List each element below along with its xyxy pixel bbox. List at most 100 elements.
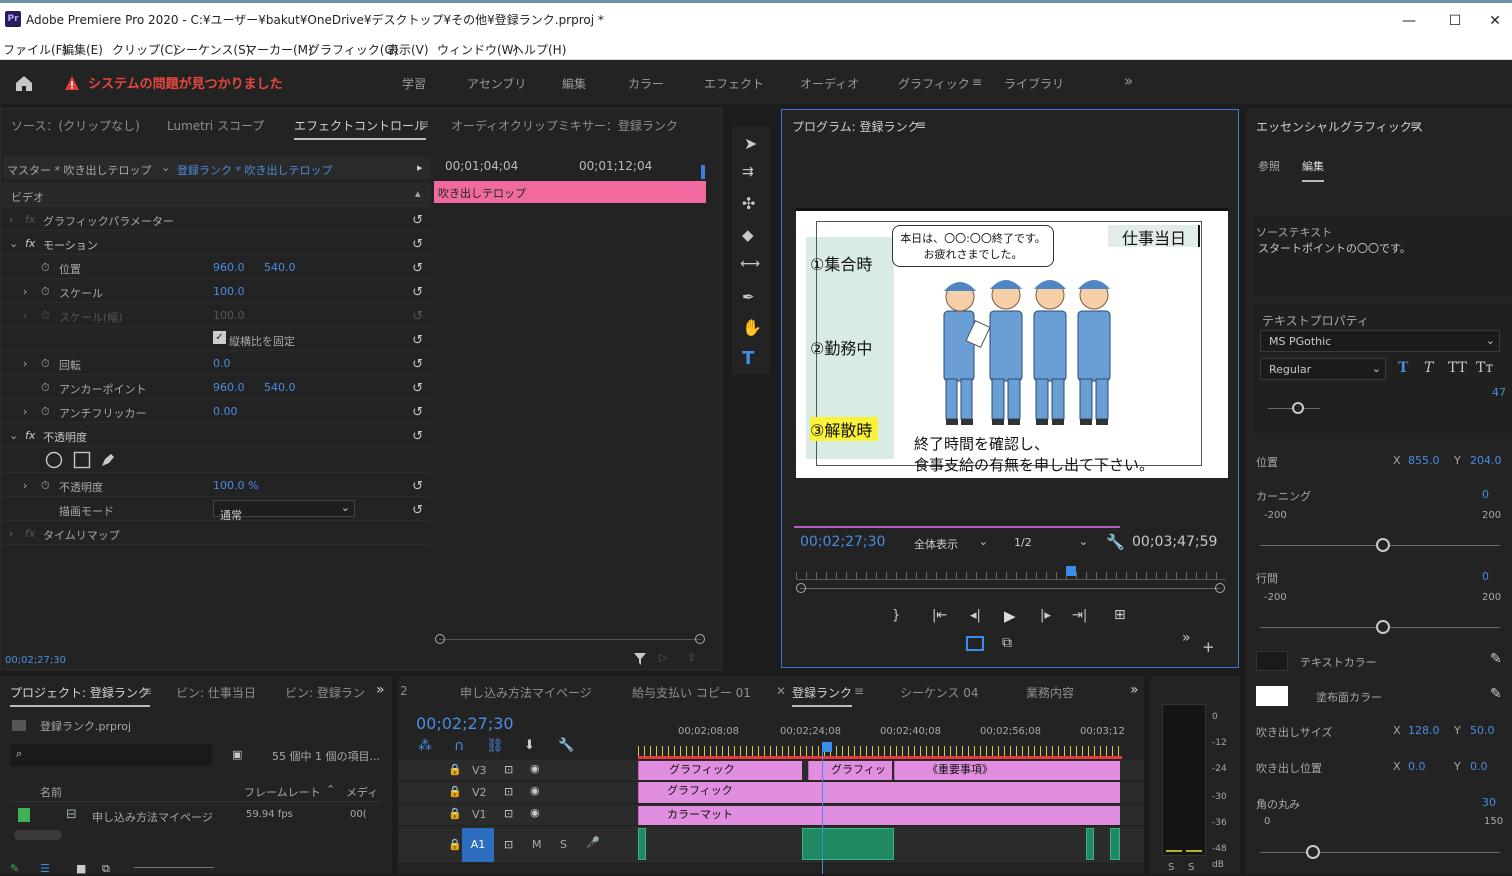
ws-more-button[interactable]: » xyxy=(1124,72,1133,90)
project-menu-icon[interactable]: ≡ xyxy=(142,684,152,698)
toggle-sync-icon[interactable]: ⊡ xyxy=(504,763,513,776)
eyedropper-icon[interactable]: ✎ xyxy=(1490,651,1502,667)
eye-icon[interactable]: ◉ xyxy=(530,784,540,797)
close-tab-icon[interactable]: ✕ xyxy=(776,684,786,698)
font-size-value[interactable]: 47 xyxy=(1492,386,1506,399)
hand-tool-icon[interactable]: ✋ xyxy=(742,318,762,337)
tab-project[interactable]: プロジェクト: 登録ランク xyxy=(10,684,150,707)
antiflicker-value[interactable]: 0.00 xyxy=(213,405,238,418)
razor-tool-icon[interactable]: ◆ xyxy=(742,226,754,244)
audio-clip-edge[interactable] xyxy=(638,828,646,860)
timeline-settings-icon[interactable]: 🔧 xyxy=(558,738,574,753)
ws-tab-audio[interactable]: オーディオ xyxy=(800,75,859,92)
rotation-value[interactable]: 0.0 xyxy=(213,357,231,370)
track-label-a1[interactable]: A1 xyxy=(462,828,494,862)
program-video-frame[interactable]: 本日は、〇〇:〇〇終了です。 お疲れさまでした。 仕事当日 ①集合時 ②勤務中 ③… xyxy=(796,208,1228,478)
anchor-x-value[interactable]: 960.0 xyxy=(213,381,245,394)
font-style-select[interactable]: Regular ⌄ xyxy=(1260,358,1386,380)
sequence-clip-label[interactable]: 登録ランク * 吹き出しテロップ xyxy=(177,162,333,178)
source-text-input[interactable]: スタートポイントの〇〇です。 xyxy=(1258,240,1411,256)
program-menu-icon[interactable]: ≡ xyxy=(916,118,926,132)
clip-graphic-v3-b[interactable]: グラフィッ xyxy=(808,761,892,780)
clip-graphic-v3-a[interactable]: グラフィック xyxy=(638,761,802,780)
menu-marker[interactable]: マーカー(M) xyxy=(245,41,313,58)
tab-overflow-left[interactable]: 2 xyxy=(400,684,408,698)
leading-value[interactable]: 0 xyxy=(1482,570,1489,583)
tab-seq-04[interactable]: シーケンス 04 xyxy=(900,684,979,701)
ripple-edit-tool-icon[interactable]: ✣ xyxy=(742,194,755,213)
rectangle-mask-icon[interactable] xyxy=(73,451,91,469)
program-zoom-bar[interactable] xyxy=(800,588,1220,589)
bubble-size-x[interactable]: 128.0 xyxy=(1408,724,1440,737)
solo-track-button[interactable]: S xyxy=(560,838,567,851)
tab-audio-mixer[interactable]: オーディオクリップミキサー：登録ランク xyxy=(451,117,678,134)
small-caps-icon[interactable]: Tт xyxy=(1476,360,1493,376)
anchor-y-value[interactable]: 540.0 xyxy=(264,381,296,394)
eye-icon[interactable]: ◉ xyxy=(530,806,540,819)
eyedropper-icon[interactable]: ✎ xyxy=(1490,686,1502,702)
lift-icon[interactable]: ⊞ xyxy=(1114,607,1126,623)
home-icon[interactable] xyxy=(14,74,34,92)
audio-clip-edge-2[interactable] xyxy=(1086,828,1094,860)
mini-clip-bar[interactable]: 吹き出しテロップ xyxy=(434,181,706,203)
ws-tab-graphics[interactable]: グラフィック xyxy=(898,75,970,92)
snap-icon[interactable]: ∩ xyxy=(454,738,464,754)
position-x-value[interactable]: 960.0 xyxy=(213,261,245,274)
linked-selection-icon[interactable]: ⛓ xyxy=(486,738,504,754)
font-select[interactable]: MS PGothic ⌄ xyxy=(1260,330,1500,352)
opacity-row[interactable]: ⌄ fx 不透明度 ↺ xyxy=(1,423,431,447)
tab-bin-work-day[interactable]: ビン: 仕事当日 xyxy=(176,684,256,701)
label-color-swatch[interactable] xyxy=(18,808,30,822)
mini-playhead[interactable] xyxy=(701,165,705,179)
write-icon[interactable]: ✎ xyxy=(10,862,19,875)
eg-menu-icon[interactable]: ≡ xyxy=(1410,118,1420,132)
lock-icon[interactable]: 🔒 xyxy=(448,763,462,776)
eg-position-x[interactable]: 855.0 xyxy=(1408,454,1440,467)
play-only-icon[interactable]: ▸ xyxy=(417,161,423,174)
button-editor-icon[interactable]: + xyxy=(1202,638,1215,656)
play-audio-icon[interactable]: ▷ xyxy=(659,651,667,664)
position-y-value[interactable]: 540.0 xyxy=(264,261,296,274)
ws-menu-icon[interactable]: ≡ xyxy=(972,75,982,89)
menu-edit[interactable]: 編集(E) xyxy=(62,41,103,58)
solo-left-button[interactable]: S xyxy=(1168,862,1174,873)
radius-knob[interactable] xyxy=(1306,845,1320,859)
timeline-playhead[interactable] xyxy=(822,742,832,752)
microphone-icon[interactable]: 🎤 xyxy=(586,836,600,849)
eg-tab-browse[interactable]: 参照 xyxy=(1258,158,1280,174)
corner-radius-value[interactable]: 30 xyxy=(1482,796,1496,809)
menu-sequence[interactable]: シーケンス(S) xyxy=(174,41,250,58)
program-zoom-left[interactable] xyxy=(796,583,806,593)
clip-graphic-v2[interactable]: グラフィック xyxy=(638,782,1120,803)
play-icon[interactable]: ▶ xyxy=(1004,607,1016,625)
table-row[interactable]: ⊟ 申し込み方法マイページ 59.94 fps 00( xyxy=(10,804,380,826)
zoom-scrollbar[interactable] xyxy=(439,639,701,640)
tab-effect-controls[interactable]: エフェクトコントロール xyxy=(294,117,427,140)
slip-tool-icon[interactable]: ⟷ xyxy=(740,256,760,272)
tab-lumetri[interactable]: Lumetri スコープ xyxy=(167,117,264,134)
col-media[interactable]: メディ xyxy=(346,784,378,800)
opacity-value[interactable]: 100.0 % xyxy=(213,479,258,492)
system-alert-text[interactable]: システムの問題が見つかりました xyxy=(88,73,283,92)
eg-position-y[interactable]: 204.0 xyxy=(1470,454,1502,467)
effect-tab-menu-icon[interactable]: ≡ xyxy=(419,117,429,131)
timeline-timecode[interactable]: 00;02;27;30 xyxy=(416,714,514,733)
lock-icon[interactable]: 🔒 xyxy=(448,838,462,851)
ws-tab-libraries[interactable]: ライブラリ xyxy=(1004,75,1064,92)
lock-icon[interactable]: 🔒 xyxy=(448,785,462,798)
pen-mask-icon[interactable] xyxy=(99,451,117,469)
text-color-swatch[interactable] xyxy=(1256,651,1288,671)
lock-icon[interactable]: 🔒 xyxy=(448,807,462,820)
type-tool-icon[interactable]: T xyxy=(742,348,754,369)
wrench-icon[interactable]: 🔧 xyxy=(1106,533,1125,551)
clip-color-matte[interactable]: カラーマット xyxy=(638,806,1120,825)
step-forward-icon[interactable]: |▸ xyxy=(1040,608,1051,623)
zoom-handle-right[interactable] xyxy=(695,634,705,644)
graphic-params-row[interactable]: › fx グラフィックパラメーター ↺ xyxy=(1,207,431,231)
filter-icon[interactable] xyxy=(633,652,647,666)
menu-help[interactable]: ヘルプ(H) xyxy=(512,41,566,58)
timeline-menu-icon[interactable]: ≡ xyxy=(854,684,864,698)
zoom-level-select[interactable]: 全体表示 ⌄ xyxy=(906,532,992,554)
icon-view-icon[interactable]: ■ xyxy=(76,862,86,875)
close-button[interactable]: ✕ xyxy=(1478,7,1512,35)
